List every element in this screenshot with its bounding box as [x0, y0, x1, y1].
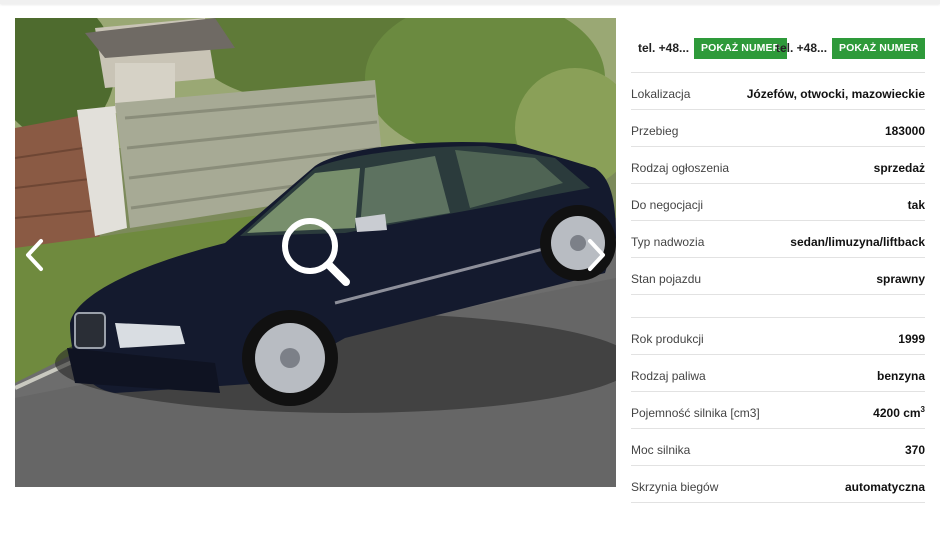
phone-group: tel. +48... POKAŻ NUMER [776, 37, 926, 59]
detail-divider [631, 294, 925, 317]
detail-row-fuel: Rodzaj paliwa benzyna [631, 354, 925, 391]
detail-row-year: Rok produkcji 1999 [631, 317, 925, 354]
vehicle-details: Lokalizacja Józefów, otwocki, mazowiecki… [631, 72, 925, 539]
detail-row-condition: Stan pojazdu sprawny [631, 257, 925, 294]
unit-superscript: 3 [920, 405, 925, 414]
detail-row-body-type: Typ nadwozia sedan/limuzyna/liftback [631, 220, 925, 257]
photo-gallery[interactable] [15, 18, 616, 487]
magnifier-icon [282, 218, 350, 286]
top-bar [0, 0, 940, 4]
phone-number: tel. +48... [638, 41, 690, 55]
phone-number: tel. +48... [776, 41, 828, 55]
contact-phones: tel. +48... POKAŻ NUMER tel. +48... POKA… [631, 37, 926, 61]
detail-row-gearbox: Skrzynia biegów automatyczna [631, 465, 925, 502]
zoom-button[interactable] [280, 216, 354, 290]
phone-group: tel. +48... POKAŻ NUMER [638, 37, 788, 59]
detail-row-location: Lokalizacja Józefów, otwocki, mazowiecki… [631, 72, 925, 109]
gallery-prev-button[interactable] [17, 235, 51, 275]
capacity-value: 4200 cm [873, 406, 921, 420]
detail-row-power: Moc silnika 370 [631, 428, 925, 465]
show-number-button[interactable]: POKAŻ NUMER [694, 37, 788, 59]
detail-row-negotiable: Do negocjacji tak [631, 183, 925, 220]
detail-row-mileage: Przebieg 183000 [631, 109, 925, 146]
detail-row-engine-capacity: Pojemność silnika [cm3] 4200 cm3 [631, 391, 925, 428]
chevron-right-icon [588, 239, 605, 271]
detail-row-offer-type: Rodzaj ogłoszenia sprzedaż [631, 146, 925, 183]
detail-row-partial [631, 502, 925, 539]
show-number-button[interactable]: POKAŻ NUMER [832, 37, 926, 59]
gallery-next-button[interactable] [580, 235, 614, 275]
chevron-left-icon [26, 239, 43, 271]
